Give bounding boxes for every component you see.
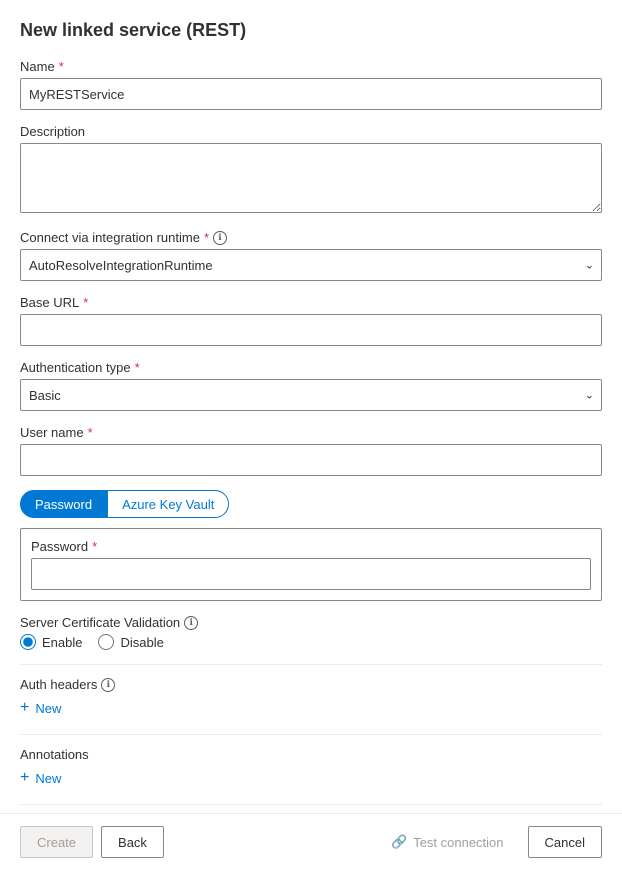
name-required: *: [59, 59, 64, 74]
disable-radio-input[interactable]: [98, 634, 114, 650]
password-section: Password Azure Key Vault Password *: [20, 490, 602, 601]
user-name-required: *: [88, 425, 93, 440]
password-tab-button[interactable]: Password: [20, 490, 107, 518]
divider-3: [20, 804, 602, 805]
auth-type-label: Authentication type *: [20, 360, 602, 375]
name-input[interactable]: [20, 78, 602, 110]
server-cert-radio-group: Enable Disable: [20, 634, 602, 650]
password-tab-toggle: Password Azure Key Vault: [20, 490, 602, 518]
password-box: Password *: [20, 528, 602, 601]
name-label: Name *: [20, 59, 602, 74]
azure-key-vault-tab-button[interactable]: Azure Key Vault: [107, 490, 229, 518]
divider-2: [20, 734, 602, 735]
back-button[interactable]: Back: [101, 826, 164, 858]
disable-radio-label[interactable]: Disable: [98, 634, 163, 650]
server-cert-info-icon[interactable]: ℹ: [184, 616, 198, 630]
auth-headers-add-button[interactable]: + New: [20, 696, 61, 720]
description-field-group: Description: [20, 124, 602, 216]
footer: Create Back 🔗 Test connection Cancel: [0, 813, 622, 870]
annotations-field-group: Annotations + New: [20, 747, 602, 790]
test-connection-button[interactable]: 🔗 Test connection: [375, 826, 520, 858]
name-field-group: Name *: [20, 59, 602, 110]
description-label: Description: [20, 124, 602, 139]
auth-headers-info-icon[interactable]: ℹ: [101, 678, 115, 692]
auth-type-required: *: [135, 360, 140, 375]
server-cert-field-group: Server Certificate Validation ℹ Enable D…: [20, 615, 602, 650]
test-connection-icon: 🔗: [391, 834, 407, 850]
divider-1: [20, 664, 602, 665]
auth-type-select[interactable]: Basic Anonymous Windows MSI Service Prin…: [20, 379, 602, 411]
user-name-label: User name *: [20, 425, 602, 440]
password-required: *: [92, 539, 97, 554]
base-url-input[interactable]: [20, 314, 602, 346]
runtime-field-group: Connect via integration runtime * ℹ Auto…: [20, 230, 602, 281]
user-name-field-group: User name *: [20, 425, 602, 476]
base-url-field-group: Base URL *: [20, 295, 602, 346]
user-name-input[interactable]: [20, 444, 602, 476]
enable-radio-label[interactable]: Enable: [20, 634, 82, 650]
runtime-info-icon[interactable]: ℹ: [213, 231, 227, 245]
auth-type-field-group: Authentication type * Basic Anonymous Wi…: [20, 360, 602, 411]
runtime-select[interactable]: AutoResolveIntegrationRuntime: [20, 249, 602, 281]
enable-radio-input[interactable]: [20, 634, 36, 650]
annotations-plus-icon: +: [20, 770, 29, 786]
runtime-required: *: [204, 230, 209, 245]
runtime-label: Connect via integration runtime * ℹ: [20, 230, 602, 245]
annotations-add-button[interactable]: + New: [20, 766, 61, 790]
auth-headers-field-group: Auth headers ℹ + New: [20, 677, 602, 720]
base-url-label: Base URL *: [20, 295, 602, 310]
page-title: New linked service (REST): [20, 20, 602, 41]
create-button[interactable]: Create: [20, 826, 93, 858]
password-field-label: Password *: [31, 539, 591, 554]
password-input[interactable]: [31, 558, 591, 590]
auth-headers-label: Auth headers ℹ: [20, 677, 602, 692]
server-cert-label: Server Certificate Validation ℹ: [20, 615, 602, 630]
auth-headers-plus-icon: +: [20, 700, 29, 716]
auth-type-select-wrapper: Basic Anonymous Windows MSI Service Prin…: [20, 379, 602, 411]
description-input[interactable]: [20, 143, 602, 213]
annotations-label: Annotations: [20, 747, 602, 762]
cancel-button[interactable]: Cancel: [528, 826, 602, 858]
base-url-required: *: [83, 295, 88, 310]
runtime-select-wrapper: AutoResolveIntegrationRuntime ⌄: [20, 249, 602, 281]
